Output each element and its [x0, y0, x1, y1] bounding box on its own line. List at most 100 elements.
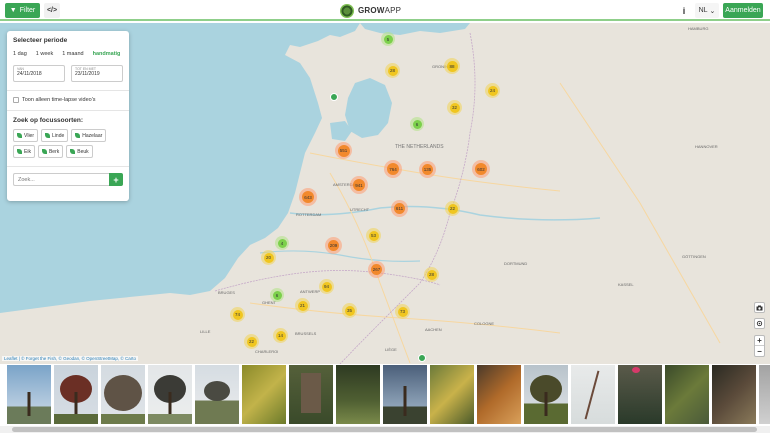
cluster-marker[interactable]: 135	[419, 161, 436, 178]
photo-thumbnail[interactable]	[336, 365, 380, 424]
photo-thumbnail[interactable]	[430, 365, 474, 424]
cluster-marker[interactable]: 764	[384, 160, 402, 178]
filter-label: Filter	[19, 7, 36, 14]
funnel-icon: ▼	[9, 7, 17, 14]
cluster-marker[interactable]: 6	[270, 288, 284, 302]
camera-button[interactable]	[754, 302, 765, 313]
cluster-marker[interactable]: 32	[447, 100, 462, 115]
photo-strip	[0, 364, 770, 426]
divider	[7, 166, 129, 167]
cluster-marker[interactable]: 21	[295, 298, 310, 313]
photo-thumbnail[interactable]	[289, 365, 333, 424]
period-1-month[interactable]: 1 maand	[62, 51, 83, 57]
cluster-marker[interactable]: 22	[244, 334, 259, 349]
species-chip-hazelaar[interactable]: Hazelaar	[71, 129, 107, 142]
photo-thumbnail[interactable]	[759, 365, 770, 424]
cluster-marker[interactable]: 611	[391, 200, 408, 217]
cluster-marker[interactable]: 643	[299, 188, 317, 206]
photo-thumbnail[interactable]	[524, 365, 568, 424]
species-label: Hazelaar	[82, 132, 103, 139]
cluster-marker[interactable]: 6	[410, 117, 424, 131]
species-chip-berk[interactable]: Berk	[37, 145, 64, 158]
locate-button[interactable]	[754, 318, 765, 329]
photo-thumbnail[interactable]	[383, 365, 427, 424]
timelapse-toggle[interactable]: Toon alleen time-lapse video's	[13, 97, 123, 103]
language-value: NL	[698, 7, 708, 14]
strip-scrollbar[interactable]	[0, 426, 770, 433]
period-manual[interactable]: handmatig	[93, 51, 121, 57]
attribution-links[interactable]: Leaflet | © Forget the Fish, © Geodan, ©…	[4, 356, 136, 361]
cluster-marker[interactable]: 73	[395, 304, 410, 319]
cluster-marker[interactable]: 94	[319, 279, 334, 294]
info-button[interactable]: i	[678, 3, 690, 18]
label-kassel: KASSEL	[618, 282, 634, 287]
timelapse-checkbox[interactable]	[13, 97, 19, 103]
cluster-marker[interactable]: 88	[444, 58, 460, 74]
photo-thumbnail[interactable]	[712, 365, 756, 424]
cluster-marker[interactable]: 4	[275, 236, 289, 250]
zoom-out-button[interactable]: −	[755, 346, 764, 356]
login-button[interactable]: Aanmelden	[723, 3, 763, 18]
cluster-marker[interactable]: 14	[273, 328, 288, 343]
wadden-sea	[360, 23, 470, 35]
period-1-day[interactable]: 1 dag	[13, 51, 27, 57]
label-dortmund: DORTMUND	[504, 261, 527, 266]
search-input[interactable]	[13, 173, 109, 186]
date-to-field[interactable]: TOT EN MET 23/11/2019	[71, 65, 123, 82]
date-from-field[interactable]: VAN 24/11/2018	[13, 65, 65, 82]
photo-thumbnail[interactable]	[571, 365, 615, 424]
language-select[interactable]: NL ⌄	[695, 3, 719, 18]
species-chip-vlier[interactable]: Vlier	[13, 129, 39, 142]
cluster-marker[interactable]: 74	[230, 307, 245, 322]
crosshair-icon	[756, 320, 763, 327]
species-label: Berk	[48, 148, 60, 155]
cluster-marker[interactable]: 551	[335, 142, 352, 159]
logo[interactable]: GROWAPP	[340, 3, 401, 18]
cluster-marker[interactable]: 602	[472, 160, 490, 178]
photo-thumbnail[interactable]	[148, 365, 192, 424]
leaf-icon	[45, 133, 51, 138]
cluster-marker[interactable]: 267	[368, 261, 385, 278]
period-1-week[interactable]: 1 week	[36, 51, 53, 57]
photo-thumbnail[interactable]	[195, 365, 239, 424]
photo-thumbnail[interactable]	[618, 365, 662, 424]
photo-thumbnail[interactable]	[7, 365, 51, 424]
species-chip-linde[interactable]: Linde	[41, 129, 69, 142]
cluster-marker[interactable]: 28	[385, 63, 400, 78]
leaf-icon	[17, 133, 22, 138]
label-lille: LILLE	[200, 329, 211, 334]
species-chip-beuk[interactable]: Beuk	[66, 145, 93, 158]
info-icon: i	[682, 5, 686, 16]
cluster-marker[interactable]: 20	[261, 250, 276, 265]
cluster-marker[interactable]: 22	[445, 201, 460, 216]
date-from-value: 24/11/2018	[17, 71, 42, 77]
cluster-marker[interactable]: 941	[350, 176, 368, 194]
filter-button[interactable]: ▼ Filter	[5, 3, 40, 18]
photo-thumbnail[interactable]	[101, 365, 145, 424]
photo-thumbnail[interactable]	[54, 365, 98, 424]
cluster-marker[interactable]: 24	[485, 83, 500, 98]
cluster-marker[interactable]: 53	[366, 228, 381, 243]
filter-panel: Selecteer periode 1 dag 1 week 1 maand h…	[7, 31, 129, 201]
zoom-in-button[interactable]: +	[755, 336, 764, 346]
top-bar: ▼ Filter </> GROWAPP i NL ⌄ Aanmelden	[0, 0, 770, 21]
map-attribution[interactable]: Leaflet | © Forget the Fish, © Geodan, ©…	[2, 356, 138, 361]
leaf-icon	[17, 149, 22, 154]
label-utrecht: UTRECHT	[350, 207, 370, 212]
embed-code-button[interactable]: </>	[44, 3, 60, 18]
photo-thumbnail[interactable]	[242, 365, 286, 424]
photo-marker[interactable]	[418, 354, 426, 362]
cluster-marker[interactable]: 28	[424, 267, 439, 282]
period-options: 1 dag 1 week 1 maand handmatig	[13, 51, 123, 57]
species-chip-eik[interactable]: Eik	[13, 145, 35, 158]
add-search-button[interactable]: +	[109, 173, 123, 186]
scrollbar-thumb[interactable]	[12, 427, 757, 432]
cluster-marker[interactable]: 35	[342, 303, 357, 318]
cluster-marker[interactable]: 5	[381, 32, 395, 46]
photo-thumbnail[interactable]	[665, 365, 709, 424]
photo-thumbnail[interactable]	[477, 365, 521, 424]
ijsselmeer	[345, 78, 392, 138]
cluster-marker[interactable]: 209	[325, 237, 342, 254]
label-liege: LIÈGE	[385, 347, 397, 352]
photo-marker[interactable]	[330, 93, 338, 101]
